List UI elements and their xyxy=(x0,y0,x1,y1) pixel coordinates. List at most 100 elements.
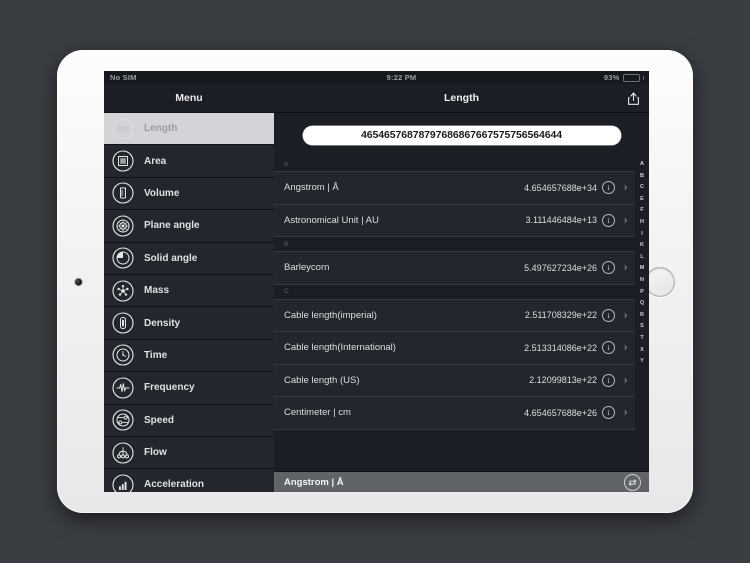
unit-name: Angstrom | Å xyxy=(284,182,339,194)
alpha-index-letter[interactable]: B xyxy=(640,173,644,180)
sidebar-item-acceleration[interactable]: Acceleration xyxy=(104,469,274,492)
info-icon[interactable]: i xyxy=(602,181,615,195)
protractor-icon xyxy=(112,215,134,237)
alpha-index-letter[interactable]: R xyxy=(640,312,644,319)
home-button[interactable] xyxy=(645,266,675,297)
clock-icon xyxy=(112,344,134,366)
value-input[interactable]: 46546576878797686867667575756564644 xyxy=(302,125,621,145)
sidebar-item-density[interactable]: Density xyxy=(104,307,274,340)
unit-value: 2.12099813e+22 xyxy=(529,375,597,386)
sidebar-item-time[interactable]: Time xyxy=(104,339,274,373)
sidebar-item-length[interactable]: Length xyxy=(104,113,274,146)
info-icon[interactable]: i xyxy=(602,261,615,275)
sidebar-item-label: Length xyxy=(144,123,178,135)
chevron-right-icon[interactable]: › xyxy=(622,262,629,273)
unit-row[interactable]: Barleycorn 5.497627234e+26 i › xyxy=(274,252,635,285)
bars-icon xyxy=(112,474,134,492)
sidebar-item-label: Speed xyxy=(144,414,175,426)
ipad-device-frame: No SIM 9:22 PM 93% Menu Length Area Volume… xyxy=(57,50,693,513)
waveform-icon xyxy=(112,377,134,399)
alpha-index-letter[interactable]: K xyxy=(640,243,644,249)
chevron-right-icon[interactable]: › xyxy=(622,342,629,353)
chevron-right-icon[interactable]: › xyxy=(622,407,629,418)
alpha-index-letter[interactable]: I xyxy=(641,231,643,238)
unit-row[interactable]: Astronomical Unit | AU 3.111446484e+13 i › xyxy=(274,204,635,237)
status-carrier: No SIM xyxy=(104,71,274,84)
alpha-index-letter[interactable]: P xyxy=(640,289,644,296)
alpha-index-letter[interactable]: A xyxy=(640,161,644,168)
sidebar-item-label: Time xyxy=(144,349,168,361)
sidebar-item-plane-angle[interactable]: Plane angle xyxy=(104,210,274,243)
sidebar-item-speed[interactable]: Speed xyxy=(104,404,274,437)
unit-list-wrapper: A Angstrom | Å 4.654657688e+34 i › Astronomic… xyxy=(274,157,649,471)
sidebar-item-label: Flow xyxy=(144,447,167,459)
status-battery-group: 93% xyxy=(529,71,649,84)
unit-row[interactable]: Angstrom | Å 4.654657688e+34 i › xyxy=(274,172,635,205)
alphabet-index[interactable]: ABCEFHIKLMNPQRSTXY xyxy=(635,157,649,471)
sidebar-item-area[interactable]: Area xyxy=(104,145,274,178)
sidebar-item-label: Mass xyxy=(144,285,170,297)
sidebar-item-solid-angle[interactable]: Solid angle xyxy=(104,242,274,275)
app-body: Menu Length Area Volume Plane angle Solid an… xyxy=(104,84,649,492)
info-icon[interactable]: i xyxy=(602,308,615,322)
sidebar-item-flow[interactable]: Flow xyxy=(104,436,274,470)
solid-angle-icon xyxy=(112,247,134,269)
base-unit-bar: Angstrom | Å xyxy=(274,471,649,492)
chevron-right-icon[interactable]: › xyxy=(622,310,629,321)
speedometer-icon xyxy=(112,409,134,431)
share-icon[interactable] xyxy=(625,89,641,107)
sidebar-item-volume[interactable]: Volume xyxy=(104,177,274,211)
sidebar-item-label: Plane angle xyxy=(144,220,200,232)
unit-row[interactable]: Centimeter | cm 4.654657688e+26 i › xyxy=(274,397,635,430)
flow-icon xyxy=(112,442,134,464)
unit-row[interactable]: Cable length(imperial) 2.511708329e+22 i › xyxy=(274,299,635,332)
chevron-right-icon[interactable]: › xyxy=(622,375,629,386)
info-icon[interactable]: i xyxy=(602,341,615,355)
status-time: 9:22 PM xyxy=(274,71,529,84)
alpha-index-letter[interactable]: Y xyxy=(640,359,644,365)
battery-percent-label: 93% xyxy=(603,73,620,82)
sidebar-menu-list[interactable]: Length Area Volume Plane angle Solid angle Ma… xyxy=(104,113,274,492)
main-content: Length 465465768787976868676675757565646… xyxy=(274,84,649,492)
unit-section-header: A xyxy=(274,157,635,172)
alpha-index-letter[interactable]: N xyxy=(640,277,644,284)
unit-value: 2.511708329e+22 xyxy=(524,310,597,321)
unit-name: Cable length (US) xyxy=(284,374,360,386)
alpha-index-letter[interactable]: C xyxy=(640,185,644,191)
alpha-index-letter[interactable]: M xyxy=(640,266,645,272)
alpha-index-letter[interactable]: E xyxy=(640,196,644,203)
unit-section-header: C xyxy=(274,284,635,300)
battery-icon xyxy=(622,73,640,82)
value-input-area: 46546576878797686867667575756564644 xyxy=(274,113,649,157)
unit-row[interactable]: Cable length (US) 2.12099813e+22 i › xyxy=(274,364,635,397)
sidebar-item-frequency[interactable]: Frequency xyxy=(104,372,274,405)
density-icon xyxy=(112,312,134,334)
alpha-index-letter[interactable]: X xyxy=(640,347,644,354)
alpha-index-letter[interactable]: T xyxy=(640,335,643,342)
chevron-right-icon[interactable]: › xyxy=(622,215,629,226)
info-icon[interactable]: i xyxy=(602,406,615,420)
base-unit-label: Angstrom | Å xyxy=(284,476,344,488)
chevron-right-icon[interactable]: › xyxy=(622,182,629,193)
unit-list[interactable]: A Angstrom | Å 4.654657688e+34 i › Astronomic… xyxy=(274,157,635,471)
screenshot-root: No SIM 9:22 PM 93% Menu Length Area Volume… xyxy=(0,0,750,563)
unit-name: Centimeter | cm xyxy=(284,407,351,419)
beaker-icon xyxy=(112,182,134,205)
sidebar-item-mass[interactable]: Mass xyxy=(104,274,274,308)
alpha-index-letter[interactable]: H xyxy=(640,219,644,226)
alpha-index-letter[interactable]: S xyxy=(640,324,644,330)
info-icon[interactable]: i xyxy=(602,373,615,387)
unit-row[interactable]: Cable length(International) 2.513314086e+… xyxy=(274,332,635,365)
sidebar-item-label: Density xyxy=(144,317,181,329)
ruler-icon xyxy=(112,118,134,140)
alpha-index-letter[interactable]: L xyxy=(640,254,643,261)
battery-cap-icon xyxy=(642,75,644,80)
alpha-index-letter[interactable]: F xyxy=(640,208,643,214)
ios-status-bar: No SIM 9:22 PM 93% xyxy=(104,71,649,84)
atom-icon xyxy=(112,280,134,302)
alpha-index-letter[interactable]: Q xyxy=(640,301,644,307)
info-icon[interactable]: i xyxy=(602,213,615,227)
unit-value: 3.111446484e+13 xyxy=(525,215,598,226)
page-title: Length xyxy=(444,92,479,104)
swap-arrows-icon[interactable] xyxy=(624,473,641,491)
